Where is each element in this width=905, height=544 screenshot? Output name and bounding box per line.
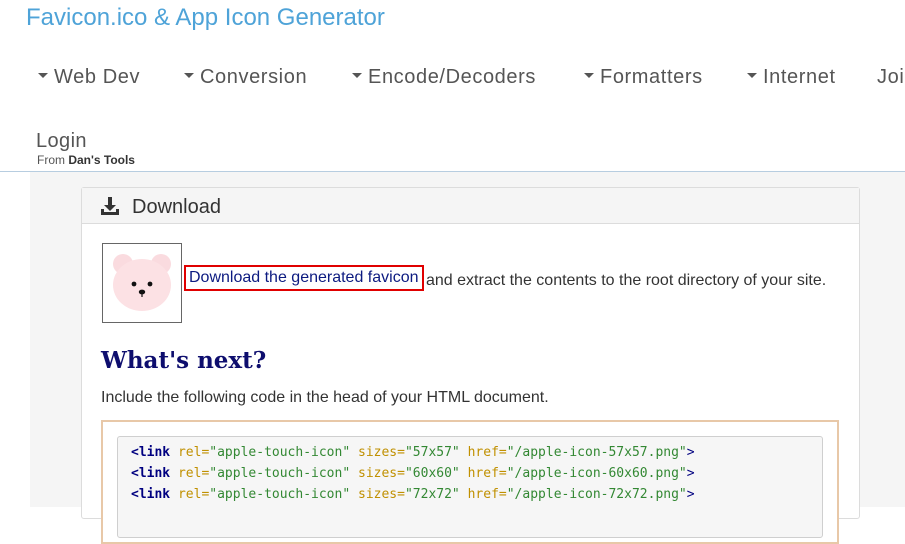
code-block-frame: <link rel="apple-touch-icon" sizes="57x5… <box>101 420 839 544</box>
caret-down-icon <box>184 73 194 79</box>
download-instructions: and extract the contents to the root dir… <box>426 272 827 289</box>
download-favicon-link[interactable]: Download the generated favicon <box>184 265 424 291</box>
login-link[interactable]: Login <box>36 130 87 153</box>
nav-item-encode-decoders[interactable]: Encode/Decoders <box>352 66 536 89</box>
nav-item-label: Web Dev <box>54 66 141 88</box>
caret-down-icon <box>747 73 757 79</box>
nav-item-conversion[interactable]: Conversion <box>184 66 307 89</box>
nav-item-formatters[interactable]: Formatters <box>584 66 703 89</box>
code-line: <link rel="apple-touch-icon" sizes="57x5… <box>131 445 695 460</box>
nav-item-join[interactable]: Joi <box>877 66 904 89</box>
site-title[interactable]: Favicon.ico & App Icon Generator <box>26 4 385 32</box>
download-panel: Download Download the generated favicon … <box>81 187 860 544</box>
nav-item-label: Joi <box>877 66 905 88</box>
caret-down-icon <box>584 73 594 79</box>
panel-title: Download <box>132 196 221 218</box>
brand-name[interactable]: Dan's Tools <box>68 153 135 167</box>
code-block[interactable]: <link rel="apple-touch-icon" sizes="57x5… <box>117 436 823 538</box>
bear-favicon-preview <box>102 243 182 323</box>
panel-heading: Download <box>82 188 859 224</box>
nav-item-label: Encode/Decoders <box>368 66 536 88</box>
download-tray-icon <box>101 197 119 215</box>
main-nav: Web Dev Conversion Encode/Decoders Forma… <box>36 66 905 94</box>
nav-item-label: Conversion <box>200 66 308 88</box>
nav-item-label: Formatters <box>600 66 703 88</box>
code-line: <link rel="apple-touch-icon" sizes="60x6… <box>131 466 695 481</box>
include-instructions: Include the following code in the head o… <box>101 389 549 406</box>
nav-item-label: Internet <box>763 66 836 88</box>
code-line: <link rel="apple-touch-icon" sizes="72x7… <box>131 487 695 502</box>
whats-next-heading: What's next? <box>101 347 267 374</box>
caret-down-icon <box>352 73 362 79</box>
nav-item-web-dev[interactable]: Web Dev <box>38 66 140 89</box>
caret-down-icon <box>38 73 48 79</box>
from-brand: From Dan's Tools <box>37 153 135 167</box>
from-prefix: From <box>37 153 65 167</box>
nav-item-internet[interactable]: Internet <box>747 66 836 89</box>
